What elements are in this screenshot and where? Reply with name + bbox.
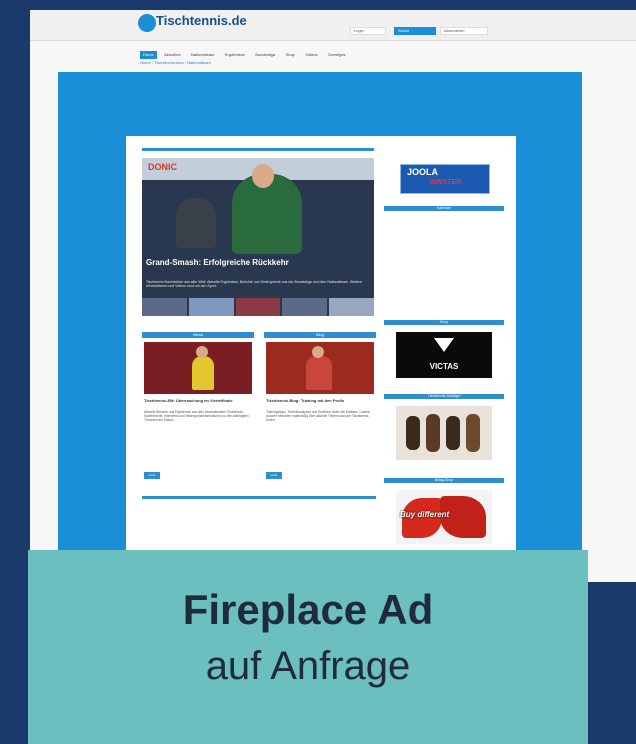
sidebar-head-belag: Belag-Shop	[384, 478, 504, 483]
hero-banner-brand: DONIC	[148, 162, 177, 172]
topnav-search[interactable]: Suche	[394, 27, 436, 35]
hero-article[interactable]: DONIC Grand-Smash: Erfolgreiche Rückkehr…	[142, 158, 374, 316]
ad-title: Fireplace Ad	[182, 586, 434, 633]
joola-ad[interactable]: JOOLA WINSTER	[384, 158, 504, 194]
racket-ad[interactable]	[396, 406, 492, 460]
sidebar-head-schlaeger: Tischtennis-Schläger	[384, 394, 504, 399]
blog-title[interactable]: Tischtennis-Blog: Training mit den Profi…	[266, 398, 374, 403]
topnav-login[interactable]: Login	[350, 27, 386, 35]
main-menu: Home Aktuelles Nationalteam Ergebnisse B…	[140, 43, 540, 59]
joola-sub: WINSTER	[429, 179, 462, 186]
menu-item-nationalteam[interactable]: Nationalteam	[188, 51, 218, 59]
site-logo[interactable]: Tischtennis.de	[156, 13, 247, 28]
thumbnail[interactable]	[188, 298, 234, 316]
rubber-ad-text: Buy different	[400, 510, 450, 519]
news-image[interactable]	[144, 342, 252, 394]
menu-item-shop[interactable]: Shop	[283, 51, 298, 59]
sidebar-box-belag: Belag-Shop Buy different	[384, 478, 504, 548]
thumbnail[interactable]	[235, 298, 281, 316]
blog-column-head: Blog	[264, 332, 376, 338]
blog-image[interactable]	[266, 342, 374, 394]
hero-referee-figure	[176, 198, 216, 248]
blog-text: Trainingstipps, Technikanalysen und Einb…	[266, 410, 370, 422]
blog-column: Blog Tischtennis-Blog: Training mit den …	[264, 332, 376, 490]
menu-item-home[interactable]: Home	[140, 51, 157, 59]
hero-bar	[142, 148, 374, 151]
victas-logo-icon	[434, 338, 454, 352]
news-column: News Tischtennis-EM: Überraschung im Vie…	[142, 332, 254, 490]
logo-ball-icon	[138, 14, 156, 32]
thumbnail[interactable]	[329, 298, 374, 316]
hero-thumbnails	[142, 298, 374, 316]
fireplace-ad-label: Fireplace Ad auf Anfrage	[28, 550, 588, 744]
sidebar-head-kalender: Kalender	[384, 206, 504, 211]
joola-logo: JOOLA	[407, 167, 439, 177]
content-bottom-bar	[142, 496, 376, 499]
menu-item-ergebnisse[interactable]: Ergebnisse	[222, 51, 248, 59]
hero-player-head	[252, 164, 274, 188]
news-text: Aktuelle Berichte und Ergebnisse aus dem…	[144, 410, 249, 422]
menu-item-aktuelles[interactable]: Aktuelles	[161, 51, 183, 59]
thumbnail[interactable]	[142, 298, 187, 316]
topnav-subscribe[interactable]: Abonnieren	[440, 27, 488, 35]
sidebar-box-kalender: Kalender	[384, 206, 504, 314]
hero-title[interactable]: Grand-Smash: Erfolgreiche Rückkehr	[146, 258, 366, 267]
menu-item-videos[interactable]: Videos	[302, 51, 320, 59]
hero-text: Tischtennis Nachrichten aus aller Welt. …	[146, 280, 362, 288]
website-screenshot: Tischtennis.de Login Suche Abonnieren Ho…	[30, 10, 636, 582]
blog-more-button[interactable]: mehr	[266, 472, 282, 479]
menu-item-sonstiges[interactable]: Sonstiges	[325, 51, 349, 59]
sidebar-box-schlaeger: Tischtennis-Schläger	[384, 394, 504, 464]
ad-subtitle: auf Anfrage	[205, 644, 411, 688]
victas-text: VICTAS	[429, 362, 459, 371]
rubber-ad[interactable]: Buy different	[396, 490, 492, 544]
victas-ad[interactable]: VICTAS	[396, 332, 492, 378]
sidebar-head-shop: Shop	[384, 320, 504, 325]
sidebar-box-shop: Shop VICTAS	[384, 320, 504, 382]
breadcrumb[interactable]: Home › Tischtennisnews › Nationalteam	[140, 60, 211, 65]
news-more-button[interactable]: mehr	[144, 472, 160, 479]
news-title[interactable]: Tischtennis-EM: Überraschung im Viertelf…	[144, 398, 252, 403]
thumbnail[interactable]	[282, 298, 328, 316]
menu-item-bundesliga[interactable]: Bundesliga	[252, 51, 278, 59]
site-content: DONIC Grand-Smash: Erfolgreiche Rückkehr…	[126, 136, 516, 582]
site-header: Tischtennis.de Login Suche Abonnieren	[30, 10, 636, 41]
news-column-head: News	[142, 332, 254, 338]
